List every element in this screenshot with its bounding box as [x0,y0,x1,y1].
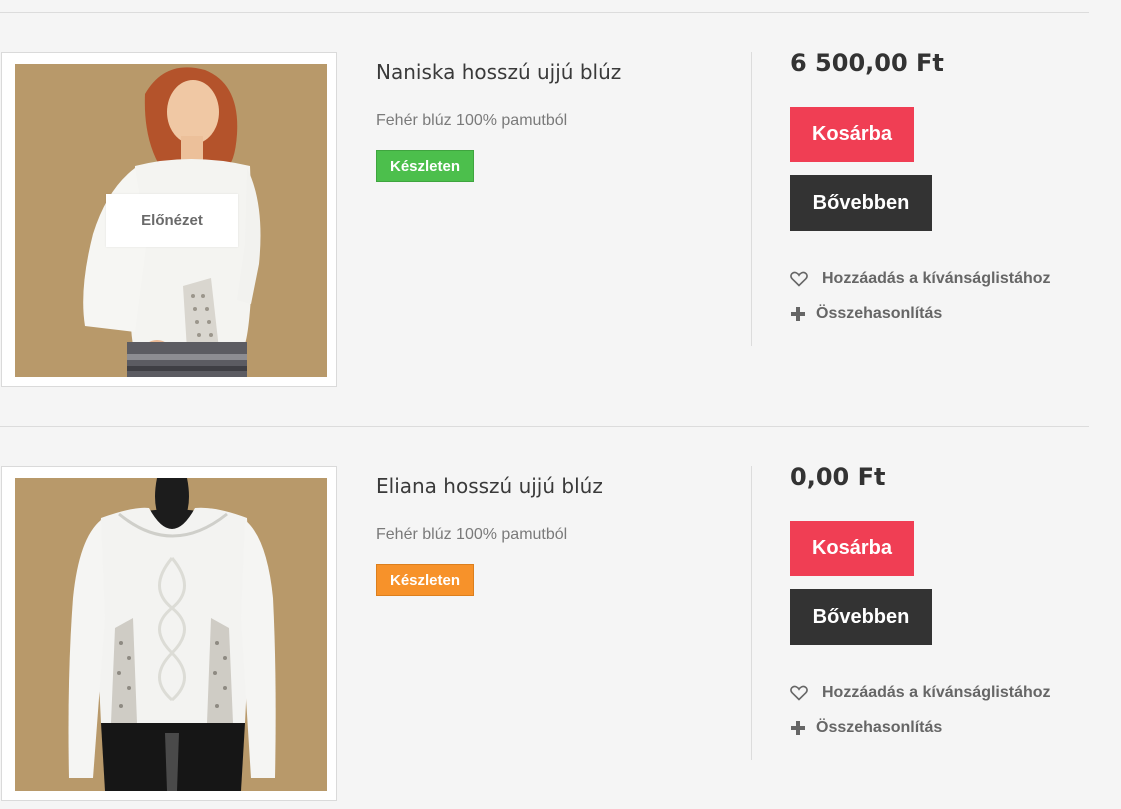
wishlist-label: Hozzáadás a kívánságlistához [822,684,1051,701]
details-button[interactable]: Bővebben [790,175,932,231]
product-description: Fehér blúz 100% pamutból [376,526,568,543]
compare-label: Összehasonlítás [816,719,943,736]
preview-button[interactable]: Előnézet [106,194,238,247]
stock-badge: Készleten [376,564,474,596]
column-divider [751,52,752,346]
divider [0,426,1089,427]
product-thumbnail[interactable]: Előnézet [1,52,337,387]
product-price: 6 500,00 Ft [790,49,944,77]
plus-icon [790,305,806,323]
compare-label: Összehasonlítás [816,305,943,322]
compare-link[interactable]: Összehasonlítás [790,305,942,323]
product-title[interactable]: Naniska hosszú ujjú blúz [376,60,621,84]
wishlist-label: Hozzáadás a kívánságlistához [822,270,1051,287]
product-title[interactable]: Eliana hosszú ujjú blúz [376,474,603,498]
add-to-wishlist-link[interactable]: Hozzáadás a kívánságlistához [790,270,1051,288]
heart-icon [790,270,808,288]
heart-icon [790,684,808,702]
details-button[interactable]: Bővebben [790,589,932,645]
divider [0,12,1089,13]
compare-link[interactable]: Összehasonlítás [790,719,942,737]
add-to-cart-button[interactable]: Kosárba [790,521,914,576]
product-thumbnail[interactable] [1,466,337,801]
column-divider [751,466,752,760]
product-description: Fehér blúz 100% pamutból [376,112,568,129]
stock-badge: Készleten [376,150,474,182]
product-card: Előnézet Naniska hosszú ujjú blúz Fehér … [0,49,1100,392]
product-card: Eliana hosszú ujjú blúz Fehér blúz 100% … [0,463,1100,806]
plus-icon [790,719,806,737]
add-to-wishlist-link[interactable]: Hozzáadás a kívánságlistához [790,684,1051,702]
product-price: 0,00 Ft [790,463,886,491]
add-to-cart-button[interactable]: Kosárba [790,107,914,162]
product-image[interactable] [15,478,327,791]
